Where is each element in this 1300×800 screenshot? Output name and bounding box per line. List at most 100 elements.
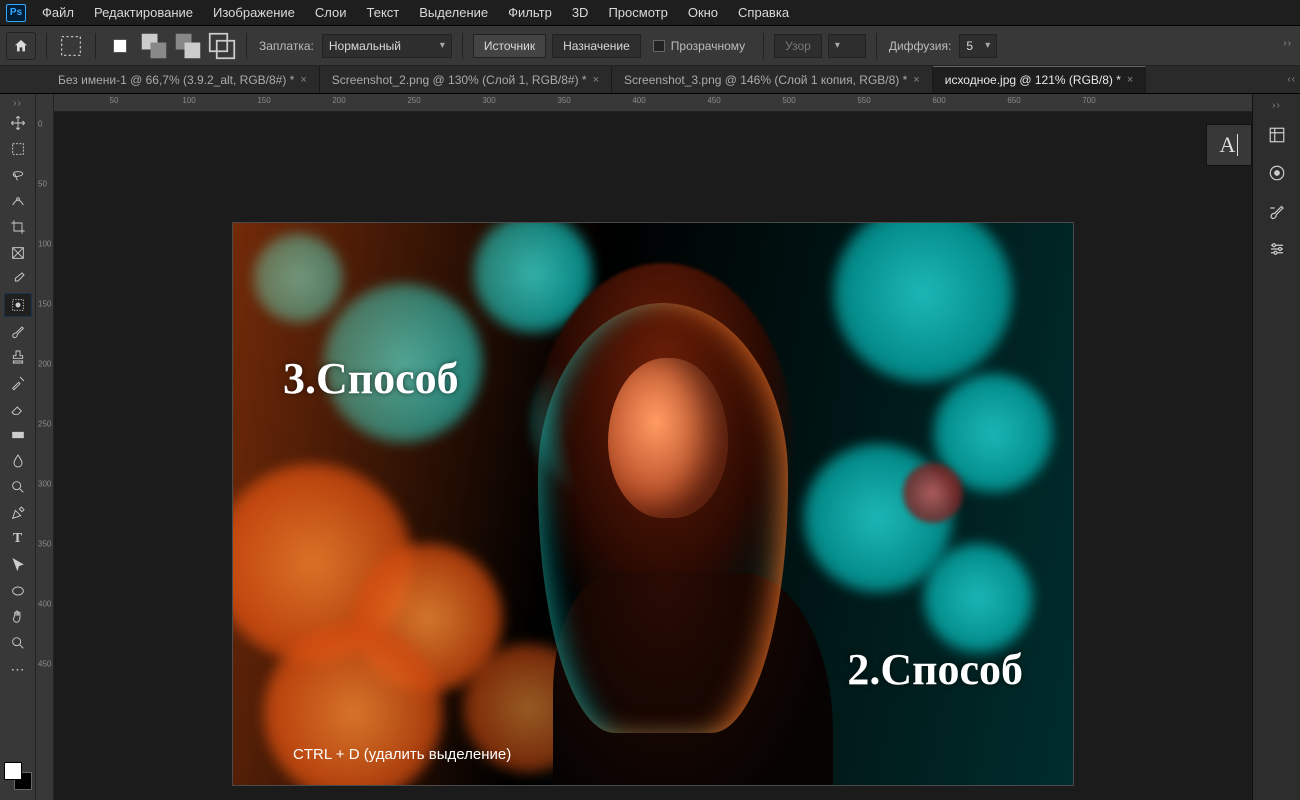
tab-1[interactable]: Screenshot_2.png @ 130% (Слой 1, RGB/8#)…: [320, 66, 612, 94]
pen-tool[interactable]: [4, 501, 32, 525]
close-icon[interactable]: ×: [1127, 74, 1133, 86]
crop-tool[interactable]: [4, 215, 32, 239]
menu-layers[interactable]: Слои: [305, 1, 357, 24]
tab-label: Screenshot_3.png @ 146% (Слой 1 копия, R…: [624, 73, 907, 87]
patch-icon: [57, 32, 85, 60]
character-panel-icon[interactable]: [1260, 159, 1294, 187]
options-bar: Заплатка: Нормальный ▾ Источник Назначен…: [0, 26, 1300, 66]
document[interactable]: 3.Способ 2.Способ CTRL + D (удалить выде…: [232, 222, 1074, 786]
ruler-v-5: 250: [38, 420, 51, 429]
edit-toolbar[interactable]: ⋯: [4, 657, 32, 681]
foreground-swatch[interactable]: [4, 762, 22, 780]
menu-select[interactable]: Выделение: [409, 1, 498, 24]
intersect-selection-icon[interactable]: [208, 32, 236, 60]
ruler-h-3: 200: [332, 96, 345, 105]
ruler-v-8: 400: [38, 600, 51, 609]
subtract-selection-icon[interactable]: [174, 32, 202, 60]
ruler-v-7: 350: [38, 540, 51, 549]
history-panel-icon[interactable]: [1260, 121, 1294, 149]
patch-tool-icon[interactable]: [57, 32, 85, 60]
patch-mode-dropdown[interactable]: Нормальный ▾: [322, 34, 452, 58]
checkbox-icon: [653, 40, 665, 52]
overlay-text-2: 2.Способ: [847, 644, 1023, 695]
menu-image[interactable]: Изображение: [203, 1, 305, 24]
color-swatches[interactable]: [4, 762, 32, 790]
marquee-tool[interactable]: [4, 137, 32, 161]
move-tool[interactable]: [4, 111, 32, 135]
frame-tool[interactable]: [4, 241, 32, 265]
overlay-caption: CTRL + D (удалить выделение): [293, 746, 511, 763]
close-icon[interactable]: ×: [300, 74, 306, 86]
menu-view[interactable]: Просмотр: [598, 1, 677, 24]
destination-button[interactable]: Назначение: [552, 34, 641, 58]
zoom-tool[interactable]: [4, 631, 32, 655]
panel-expand[interactable]: ››: [1272, 100, 1281, 111]
ruler-h-7: 400: [632, 96, 645, 105]
ruler-h-1: 100: [182, 96, 195, 105]
ruler-h-9: 500: [782, 96, 795, 105]
vertical-ruler[interactable]: 0 50 100 150 200 250 300 350 400 450: [36, 94, 54, 800]
menu-3d[interactable]: 3D: [562, 1, 599, 24]
ruler-h-5: 300: [482, 96, 495, 105]
tab-2[interactable]: Screenshot_3.png @ 146% (Слой 1 копия, R…: [612, 66, 933, 94]
chevron-down-icon: ▾: [440, 40, 445, 51]
type-tool[interactable]: T: [4, 527, 32, 551]
overlay-text-1: 3.Способ: [283, 353, 459, 404]
ruler-h-10: 550: [857, 96, 870, 105]
ruler-v-2: 100: [38, 240, 51, 249]
menu-file[interactable]: Файл: [32, 1, 84, 24]
menu-bar: Ps Файл Редактирование Изображение Слои …: [0, 0, 1300, 26]
pattern-picker[interactable]: ▾: [828, 34, 866, 58]
menu-edit[interactable]: Редактирование: [84, 1, 203, 24]
ruler-h-12: 650: [1007, 96, 1020, 105]
menu-text[interactable]: Текст: [357, 1, 410, 24]
diffusion-dropdown[interactable]: 5 ▾: [959, 34, 997, 58]
home-button[interactable]: [6, 32, 36, 60]
transparent-checkbox[interactable]: Прозрачному: [647, 39, 753, 53]
close-icon[interactable]: ×: [593, 74, 599, 86]
ruler-v-4: 200: [38, 360, 51, 369]
quick-select-tool[interactable]: [4, 189, 32, 213]
new-selection-icon[interactable]: [106, 32, 134, 60]
history-brush-tool[interactable]: [4, 371, 32, 395]
ruler-v-0: 0: [38, 120, 42, 129]
brush-tool[interactable]: [4, 319, 32, 343]
patch-tool[interactable]: [4, 293, 32, 317]
canvas-area: 50 100 150 200 250 300 350 400 450 500 5…: [54, 94, 1252, 800]
tab-0[interactable]: Без имени-1 @ 66,7% (3.9.2_alt, RGB/8#) …: [46, 66, 320, 94]
adjustments-panel-icon[interactable]: [1260, 235, 1294, 263]
tab-label: Screenshot_2.png @ 130% (Слой 1, RGB/8#)…: [332, 73, 587, 87]
transparent-label: Прозрачному: [669, 39, 747, 53]
lasso-tool[interactable]: [4, 163, 32, 187]
dodge-tool[interactable]: [4, 475, 32, 499]
source-button[interactable]: Источник: [473, 34, 546, 58]
gradient-tool[interactable]: [4, 423, 32, 447]
blur-tool[interactable]: [4, 449, 32, 473]
hand-tool[interactable]: [4, 605, 32, 629]
canvas[interactable]: 3.Способ 2.Способ CTRL + D (удалить выде…: [54, 112, 1252, 800]
brush-panel-icon[interactable]: [1260, 197, 1294, 225]
tab-overflow[interactable]: ‹‹: [1287, 74, 1296, 85]
stamp-tool[interactable]: [4, 345, 32, 369]
menu-help[interactable]: Справка: [728, 1, 799, 24]
add-selection-icon[interactable]: [140, 32, 168, 60]
path-select-tool[interactable]: [4, 553, 32, 577]
shape-tool[interactable]: [4, 579, 32, 603]
eraser-tool[interactable]: [4, 397, 32, 421]
eyedropper-tool[interactable]: [4, 267, 32, 291]
options-overflow[interactable]: ››: [1283, 38, 1292, 49]
toolbox-expand[interactable]: ››: [13, 98, 22, 109]
menu-window[interactable]: Окно: [678, 1, 728, 24]
tab-3[interactable]: исходное.jpg @ 121% (RGB/8) * ×: [933, 66, 1147, 94]
horizontal-ruler[interactable]: 50 100 150 200 250 300 350 400 450 500 5…: [54, 94, 1252, 112]
menu-filter[interactable]: Фильтр: [498, 1, 562, 24]
toolbox: ›› T ⋯: [0, 94, 36, 800]
diffusion-value: 5: [966, 39, 973, 53]
patch-label: Заплатка:: [257, 39, 316, 53]
app-badge: Ps: [6, 4, 26, 22]
ruler-v-6: 300: [38, 480, 51, 489]
pattern-button[interactable]: Узор: [774, 34, 822, 58]
close-icon[interactable]: ×: [913, 74, 919, 86]
tab-label: исходное.jpg @ 121% (RGB/8) *: [945, 73, 1121, 87]
ruler-v-1: 50: [38, 180, 47, 189]
